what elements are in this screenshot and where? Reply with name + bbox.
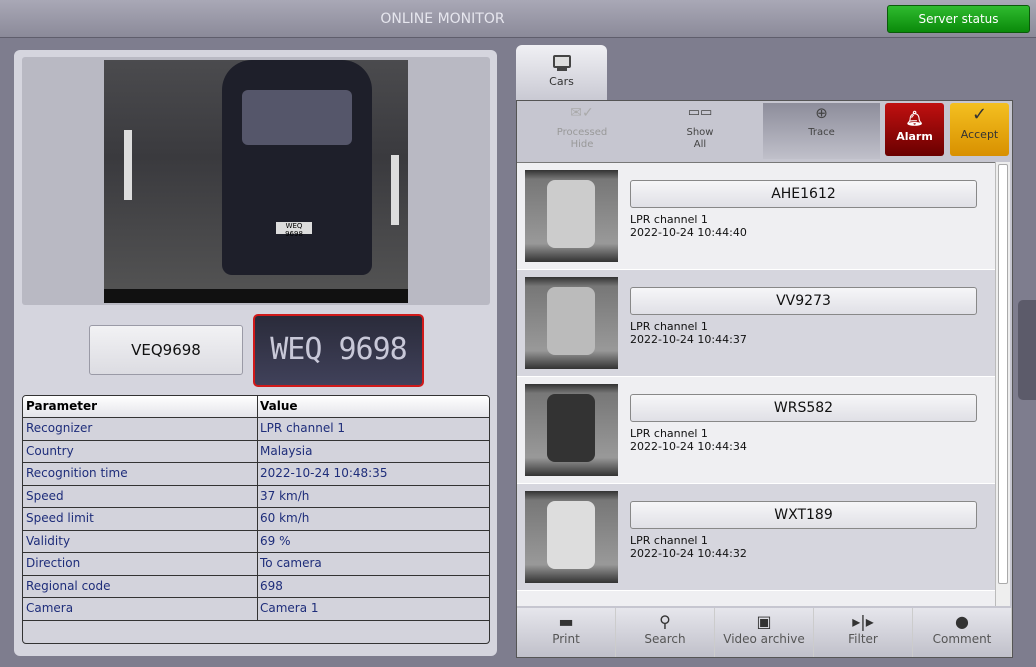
alarm-label: Alarm [896, 130, 933, 143]
list-scrollbar[interactable] [995, 162, 1010, 606]
filter-label: Filter [848, 632, 878, 646]
list-plate: WRS582 [630, 394, 977, 422]
list-time: 2022-10-24 10:44:37 [630, 333, 747, 346]
param-value: Camera 1 [260, 601, 319, 615]
show-all-label: Show All [686, 127, 714, 150]
table-row: Camera Camera 1 [23, 598, 489, 621]
vehicle-plate: WEQ 9698 [276, 222, 312, 238]
list-time: 2022-10-24 10:44:34 [630, 440, 747, 453]
print-button[interactable]: ▬ Print [517, 608, 616, 657]
film-icon: ▣ [756, 612, 772, 631]
vehicle-thumbnail [525, 491, 618, 583]
param-name: Regional code [23, 575, 258, 597]
list-time: 2022-10-24 10:44:40 [630, 226, 747, 239]
param-value: 698 [260, 578, 283, 593]
param-value: 69 % [260, 533, 291, 548]
param-name: Recognizer [23, 418, 258, 440]
param-name: Recognition time [23, 463, 258, 485]
side-panel-handle[interactable] [1018, 300, 1036, 400]
table-row: Validity 69 % [23, 530, 489, 553]
param-value: Malaysia [260, 443, 313, 458]
trace-button[interactable]: ⊕ Trace [763, 103, 880, 159]
param-value: 2022-10-24 10:48:35 [260, 466, 388, 480]
list-time: 2022-10-24 10:44:32 [630, 547, 747, 560]
param-value: 37 km/h [260, 488, 310, 503]
list-channel: LPR channel 1 [630, 320, 708, 333]
list-item[interactable]: WRS582 LPR channel 1 2022-10-24 10:44:34 [517, 377, 995, 484]
video-archive-button[interactable]: ▣ Video archive [715, 608, 814, 657]
list-plate: AHE1612 [630, 180, 977, 208]
search-button[interactable]: ⚲ Search [616, 608, 715, 657]
parameters-table: Parameter Value Recognizer LPR channel 1 Co… [22, 395, 490, 644]
accept-label: Accept [960, 128, 999, 141]
monitor-icon [552, 55, 571, 68]
alarm-button[interactable]: 🔔︎ Alarm [885, 103, 944, 156]
bell-icon: 🔔︎ [905, 111, 924, 127]
list-item[interactable]: WXT189 LPR channel 1 2022-10-24 10:44:32 [517, 484, 995, 591]
trace-label: Trace [808, 127, 835, 138]
search-label: Search [644, 632, 686, 646]
server-status-button[interactable]: Server status [887, 5, 1030, 33]
table-row: Direction To camera [23, 553, 489, 576]
print-label: Print [552, 632, 580, 646]
check-icon: ✓ [971, 104, 988, 125]
image-overlay [104, 289, 408, 303]
comment-icon: ● [955, 612, 969, 631]
vehicle-thumbnail [525, 170, 618, 262]
filter-button[interactable]: ▸|▸ Filter [814, 608, 913, 657]
list-channel: LPR channel 1 [630, 213, 708, 226]
list-channel: LPR channel 1 [630, 534, 708, 547]
show-all-button[interactable]: ▭▭ Show All [655, 103, 745, 159]
param-name: Speed limit [23, 508, 258, 530]
vehicle-image[interactable]: WEQ 9698 [104, 60, 408, 303]
header-value: Value [260, 399, 298, 413]
list-item[interactable]: AHE1612 LPR channel 1 2022-10-24 10:44:40 [517, 163, 995, 270]
vehicle-thumbnail [525, 277, 618, 369]
processed-hide-button[interactable]: ✉✓ Processed Hide [537, 103, 627, 159]
target-icon: ⊕ [815, 104, 828, 122]
param-name: Camera [23, 598, 258, 620]
plate-crop-image: WEQ 9698 [253, 314, 424, 387]
tab-cars[interactable]: Cars [516, 45, 607, 102]
param-name: Country [23, 440, 258, 462]
param-value: To camera [260, 556, 322, 570]
cars-list: AHE1612 LPR channel 1 2022-10-24 10:44:40… [517, 162, 1010, 606]
param-value: 60 km/h [260, 511, 310, 525]
vehicle-thumbnail [525, 384, 618, 476]
printer-icon: ▬ [558, 612, 574, 631]
param-name: Validity [23, 530, 258, 552]
table-row: Country Malaysia [23, 440, 489, 463]
comment-label: Comment [932, 632, 992, 646]
table-row: Recognizer LPR channel 1 [23, 418, 489, 441]
table-row: Speed 37 km/h [23, 485, 489, 508]
param-name: Direction [23, 553, 258, 575]
table-row: Speed limit 60 km/h [23, 508, 489, 531]
list-plate: VV9273 [630, 287, 977, 315]
show-all-icon: ▭▭ [687, 105, 713, 120]
list-item[interactable]: VV9273 LPR channel 1 2022-10-24 10:44:37 [517, 270, 995, 377]
filter-icon: ▸|▸ [852, 612, 874, 631]
table-header: Parameter Value [23, 396, 489, 418]
bottom-toolbar: ▬ Print ⚲ Search ▣ Video archive ▸|▸ Filter … [517, 608, 1012, 657]
processed-hide-label: Processed Hide [556, 127, 608, 150]
video-archive-label: Video archive [723, 632, 805, 646]
processed-icon: ✉✓ [570, 105, 594, 121]
table-row: Recognition time 2022-10-24 10:48:35 [23, 463, 489, 486]
accept-button[interactable]: ✓ Accept [950, 103, 1009, 156]
search-icon: ⚲ [659, 612, 671, 631]
app-title: ONLINE MONITOR [380, 11, 505, 27]
list-channel: LPR channel 1 [630, 427, 708, 440]
table-row: Regional code 698 [23, 575, 489, 598]
param-value: LPR channel 1 [260, 421, 346, 435]
comment-button[interactable]: ● Comment [913, 608, 1012, 657]
recognized-plate: VEQ9698 [89, 325, 243, 375]
tab-label: Cars [549, 75, 574, 88]
header-parameter: Parameter [23, 396, 258, 417]
param-name: Speed [23, 485, 258, 507]
list-plate: WXT189 [630, 501, 977, 529]
